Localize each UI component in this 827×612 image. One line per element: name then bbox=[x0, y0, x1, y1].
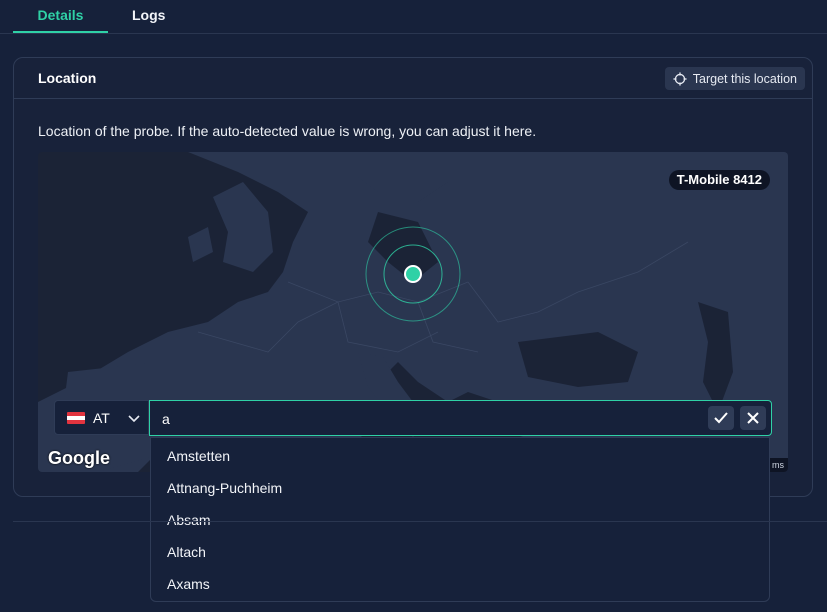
google-logo: Google bbox=[48, 448, 110, 468]
country-select[interactable]: AT bbox=[54, 400, 149, 435]
suggestion-item[interactable]: Absam bbox=[167, 512, 211, 528]
map-terms-link[interactable]: ms bbox=[768, 458, 788, 472]
tab-bar: Details Logs bbox=[0, 0, 827, 34]
suggestion-item[interactable]: Amstetten bbox=[167, 448, 230, 464]
clear-button[interactable] bbox=[740, 406, 766, 430]
tab-logs[interactable]: Logs bbox=[132, 7, 165, 31]
card-title: Location bbox=[38, 70, 97, 86]
check-icon bbox=[714, 412, 728, 424]
chevron-down-icon bbox=[128, 414, 140, 422]
target-button-label: Target this location bbox=[692, 71, 797, 86]
close-icon bbox=[747, 412, 759, 424]
location-search-field bbox=[149, 400, 772, 437]
austria-flag-icon bbox=[67, 411, 85, 424]
suggestion-item[interactable]: Axams bbox=[167, 576, 210, 592]
target-location-button[interactable]: Target this location bbox=[664, 67, 805, 90]
suggestion-item[interactable]: Attnang-Puchheim bbox=[167, 480, 282, 496]
location-search-input[interactable] bbox=[150, 401, 704, 437]
card-header: Location Target this location bbox=[14, 58, 812, 99]
country-code: AT bbox=[93, 409, 110, 426]
section-divider bbox=[13, 521, 827, 522]
confirm-button[interactable] bbox=[708, 406, 734, 430]
crosshair-icon bbox=[673, 71, 687, 86]
suggestions-dropdown: Amstetten Attnang-Puchheim Absam Altach … bbox=[150, 437, 770, 602]
location-description: Location of the probe. If the auto-detec… bbox=[38, 123, 537, 139]
probe-label: T-Mobile 8412 bbox=[668, 170, 770, 190]
suggestion-item[interactable]: Altach bbox=[167, 544, 206, 560]
tab-details[interactable]: Details bbox=[13, 7, 108, 33]
